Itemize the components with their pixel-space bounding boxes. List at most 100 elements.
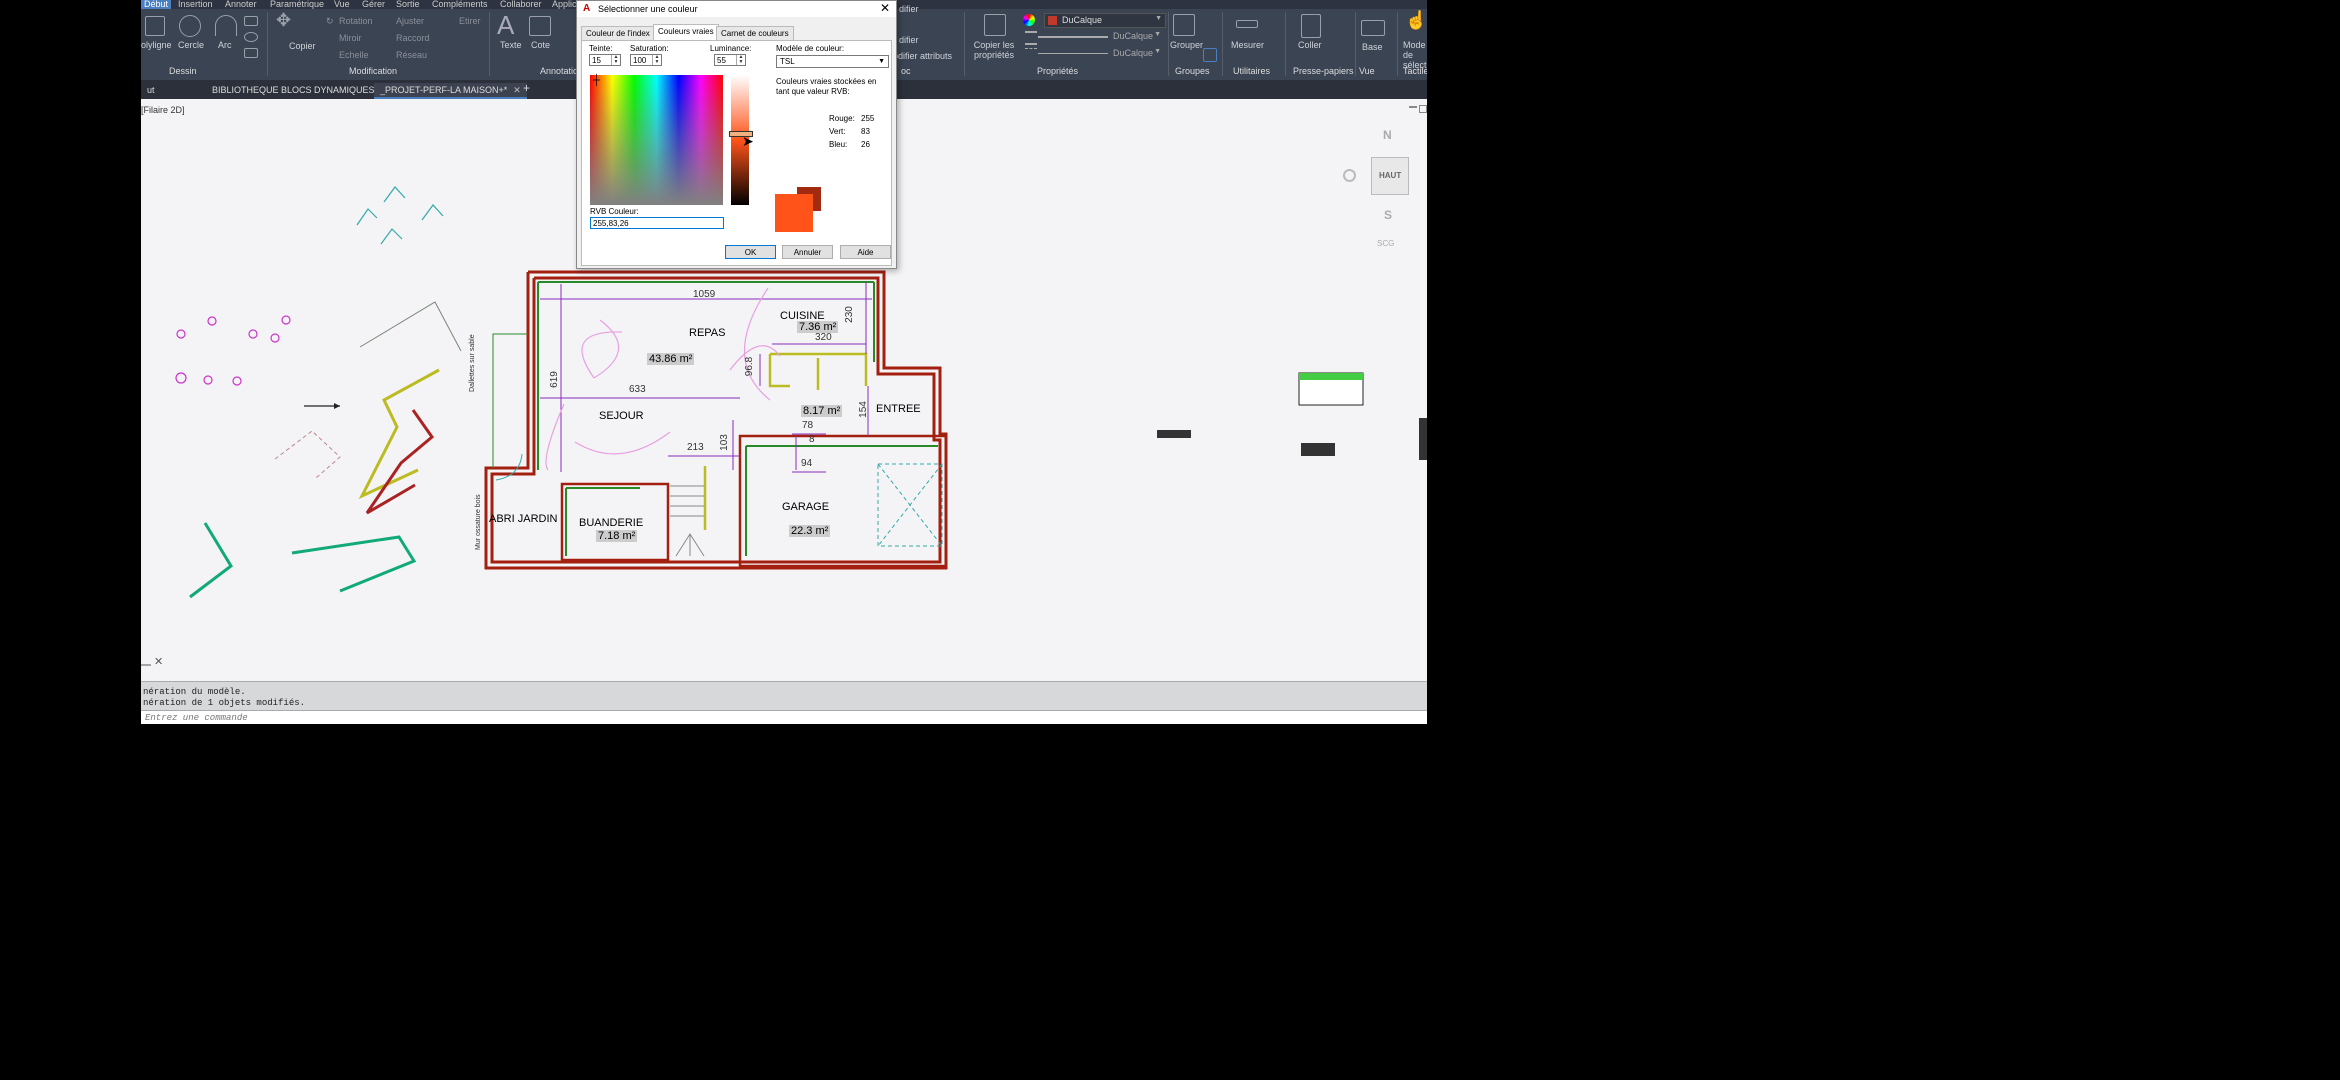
close-icon[interactable]: ✕ [880, 1, 890, 15]
viewcube[interactable]: HAUT [1371, 157, 1409, 195]
spinner-icon[interactable]: ▲ ▼ [736, 55, 745, 65]
dimension-icon[interactable] [529, 16, 551, 36]
spinner-icon[interactable]: ▲ ▼ [611, 55, 620, 65]
color-wheel-icon[interactable] [1023, 14, 1035, 26]
polyline-icon[interactable] [145, 16, 165, 36]
viewcube-south[interactable]: S [1384, 208, 1392, 222]
compass-ring-icon[interactable] [1343, 169, 1356, 182]
tool-modifier[interactable]: difier [899, 4, 919, 14]
tool-copy-properties[interactable]: Copier les propriétés [969, 40, 1019, 60]
dim-633: 633 [629, 384, 646, 395]
ribbon-tab-complements[interactable]: Compléments [432, 0, 488, 9]
tool-cote[interactable]: Cote [531, 40, 550, 50]
tool-etirer[interactable]: Etirer [459, 16, 481, 26]
dialog-titlebar[interactable]: A Sélectionner une couleur ✕ [577, 1, 896, 17]
viewcube-north[interactable]: N [1383, 128, 1392, 142]
blue-value: 26 [861, 140, 870, 149]
ellipse-icon[interactable] [244, 32, 258, 42]
ucs-menu[interactable]: SCG [1377, 239, 1394, 248]
dialog-title: Sélectionner une couleur [598, 4, 698, 14]
ok-button[interactable]: OK [725, 245, 776, 259]
hue-saturation-field[interactable]: ┼ [590, 75, 723, 205]
saturation-input[interactable]: 100 ▲ ▼ [630, 54, 662, 66]
spinner-icon[interactable]: ▲ ▼ [652, 55, 661, 65]
tab-true-color[interactable]: Couleurs vraies [653, 24, 719, 41]
cancel-button[interactable]: Annuler [782, 245, 833, 259]
tool-arc[interactable]: Arc [218, 40, 232, 50]
saturation-value: 100 [633, 56, 647, 65]
circle-icon[interactable] [179, 15, 201, 37]
text-icon[interactable]: A [497, 10, 514, 41]
panel-title-proprietes[interactable]: Propriétés [1037, 66, 1078, 76]
ribbon-tab-debut[interactable]: Début [141, 0, 172, 9]
tab-index-color[interactable]: Couleur de l'index [581, 26, 655, 40]
tool-texte[interactable]: Texte [500, 40, 522, 50]
panel-title-vue[interactable]: Vue [1359, 66, 1375, 76]
tool-circle[interactable]: Cercle [178, 40, 204, 50]
move-icon[interactable]: ✥ [276, 10, 291, 31]
match-properties-icon[interactable] [984, 14, 1006, 36]
base-view-icon[interactable] [1361, 20, 1385, 36]
tool-echelle[interactable]: Echelle [339, 50, 369, 60]
tool-copy[interactable]: Copier [289, 41, 316, 51]
new-tab-button[interactable]: + [517, 81, 536, 95]
tool-ajuster[interactable]: Ajuster [396, 16, 424, 26]
help-button[interactable]: Aide [840, 245, 891, 259]
panel-title-dessin[interactable]: Dessin [169, 66, 197, 76]
lineweight-dropdown[interactable]: DuCalque ▼ [1038, 30, 1164, 43]
group-select-icon[interactable] [1203, 48, 1217, 62]
plant-symbols [356, 186, 444, 245]
tab-color-books[interactable]: Carnet de couleurs [716, 26, 794, 40]
svg-text:✕: ✕ [154, 656, 163, 668]
tool-miroir[interactable]: Miroir [339, 33, 362, 43]
luminance-input[interactable]: 55 ▲ ▼ [714, 54, 746, 66]
hue-input[interactable]: 15 ▲ ▼ [589, 54, 621, 66]
chevron-down-icon: ▼ [1155, 15, 1162, 22]
ribbon-tab-parametrique[interactable]: Paramétrique [270, 0, 324, 9]
hue-label: Teinte: [589, 44, 613, 53]
rgb-input[interactable]: 255,83,26 [590, 217, 724, 229]
tool-rotation[interactable]: Rotation [339, 16, 373, 26]
command-input[interactable]: Entrez une commande [141, 710, 1427, 724]
rotate-icon[interactable]: ↻ [326, 16, 334, 27]
tool-base[interactable]: Base [1362, 42, 1383, 52]
tool-raccord[interactable]: Raccord [396, 33, 430, 43]
arc-icon[interactable] [215, 15, 237, 36]
color-model-select[interactable]: TSL ▼ [776, 55, 889, 68]
panel-title-bloc[interactable]: oc [901, 66, 911, 76]
panel-title-groupes[interactable]: Groupes [1175, 66, 1210, 76]
dim-320: 320 [815, 332, 832, 343]
file-tab-projet[interactable]: _PROJET-PERF-LA MAISON+* ✕ [374, 83, 527, 99]
tool-reseau[interactable]: Réseau [396, 50, 427, 60]
hatch-icon[interactable] [244, 48, 258, 58]
panel-title-utilitaires[interactable]: Utilitaires [1233, 66, 1270, 76]
touch-icon[interactable]: ☝ [1405, 10, 1427, 31]
ribbon-tab-gerer[interactable]: Gérer [362, 0, 385, 9]
group-icon[interactable] [1173, 14, 1195, 36]
area-garage: 22.3 m² [789, 525, 831, 537]
file-tab-bibliotheque[interactable]: BIBLIOTHEQUE BLOCS DYNAMIQUES✕ [206, 83, 394, 97]
measure-icon[interactable] [1236, 20, 1258, 28]
rectangle-icon[interactable] [244, 16, 258, 26]
tool-grouper[interactable]: Grouper [1170, 40, 1203, 50]
tool-modifier-short[interactable]: difier [899, 35, 919, 45]
ribbon-tab-annoter[interactable]: Annoter [225, 0, 257, 9]
ribbon-tab-vue[interactable]: Vue [334, 0, 350, 9]
panel-title-presse-papiers[interactable]: Presse-papiers [1293, 66, 1354, 76]
tool-mesurer[interactable]: Mesurer [1231, 40, 1264, 50]
panel-title-tactile[interactable]: Tactile [1403, 66, 1427, 76]
panel-title-annotation[interactable]: Annotatio [540, 66, 578, 76]
tool-polyline[interactable]: olyligne [141, 40, 172, 50]
ribbon-tab-sortie[interactable]: Sortie [396, 0, 420, 9]
color-dropdown[interactable]: DuCalque ▼ [1044, 13, 1166, 28]
ribbon-tab-collaborer[interactable]: Collaborer [500, 0, 542, 9]
tool-coller[interactable]: Coller [1298, 40, 1322, 50]
ribbon-tab-applic[interactable]: Applic [552, 0, 577, 9]
tool-modifier-attributs[interactable]: odifier attributs [893, 51, 952, 61]
file-tab-start[interactable]: ut [141, 83, 161, 97]
panel-title-modification[interactable]: Modification [349, 66, 397, 76]
clipboard-icon[interactable] [1301, 14, 1321, 38]
ribbon-tab-insertion[interactable]: Insertion [178, 0, 213, 9]
linetype-dropdown[interactable]: DuCalque ▼ [1038, 47, 1164, 60]
dim-230: 230 [843, 306, 855, 323]
